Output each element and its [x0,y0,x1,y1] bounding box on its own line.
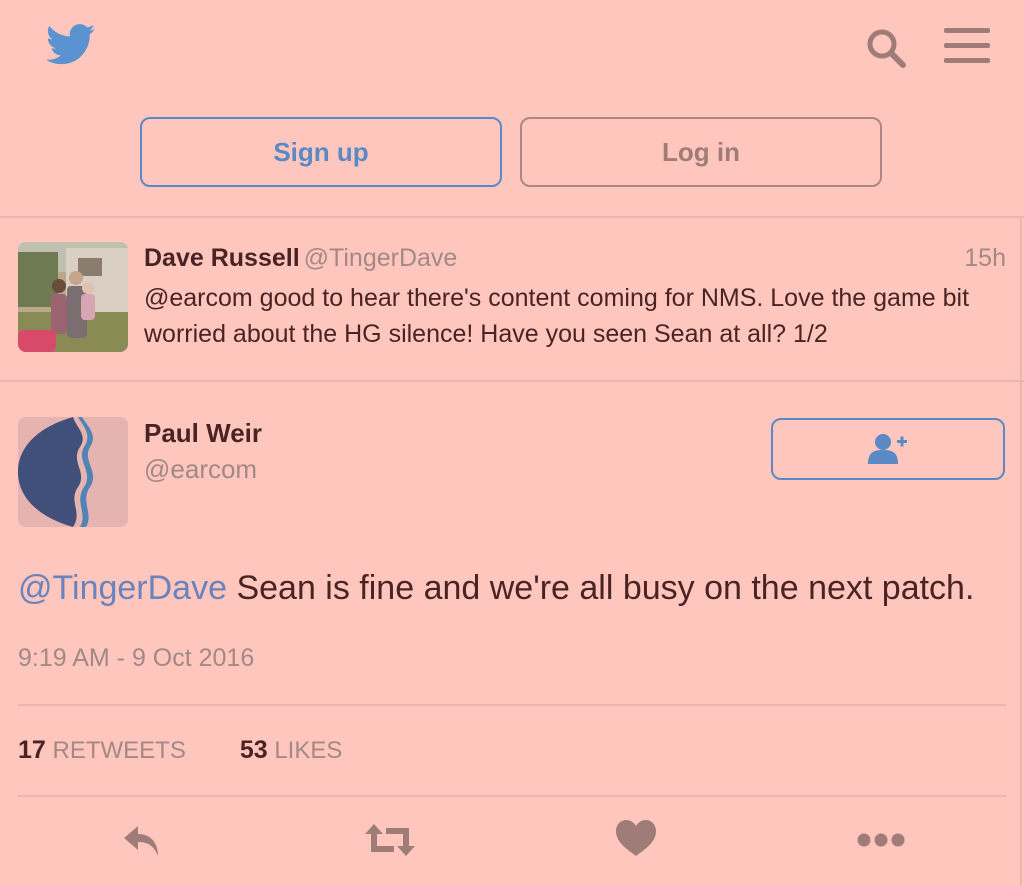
likes-label: LIKES [274,737,343,764]
divider [18,795,1006,797]
more-dots-icon[interactable] [856,818,906,862]
divider [18,704,1006,706]
likes-count: 53 [239,736,268,764]
retweet-icon[interactable] [364,818,416,862]
follow-user-icon [868,434,907,464]
reply-author-handle[interactable]: @TingerDave [304,244,458,272]
likes-stat[interactable]: 53 LIKES [239,736,343,764]
follow-button[interactable] [771,418,1005,480]
tweet-timestamp[interactable]: 9:19 AM - 9 Oct 2016 [18,644,254,673]
divider [0,380,1024,382]
reply-author-name[interactable]: Dave Russell [144,244,300,272]
panel-border [1020,216,1022,886]
main-tweet-body: Sean is fine and we're all busy on the n… [227,569,975,607]
search-icon[interactable] [864,26,908,70]
paul-weir-avatar[interactable] [18,417,128,527]
main-author-name[interactable]: Paul Weir [144,418,262,449]
dave-russell-avatar[interactable] [18,242,128,352]
twitter-bird-icon[interactable] [46,24,96,66]
divider [0,216,1024,218]
retweets-count: 17 [18,736,46,764]
main-author-handle[interactable]: @earcom [144,454,257,485]
log-in-button[interactable]: Log in [520,117,882,187]
main-tweet-text: @TingerDave Sean is fine and we're all b… [18,566,1018,610]
retweets-stat[interactable]: 17 RETWEETS [18,736,186,764]
sign-up-button[interactable]: Sign up [140,117,502,187]
tweet-stats: 17 RETWEETS 53 LIKES [18,736,342,765]
heart-icon[interactable] [616,818,656,862]
mention-link[interactable]: @TingerDave [18,569,227,607]
reply-icon[interactable] [120,818,164,862]
top-bar [0,0,1024,95]
retweets-label: RETWEETS [52,737,186,764]
reply-timestamp[interactable]: 15h [964,244,1006,273]
reply-author[interactable]: Dave Russell @TingerDave [144,244,457,273]
reply-tweet-text: @earcom good to hear there's content com… [144,284,970,348]
hamburger-menu-icon[interactable] [944,26,990,66]
